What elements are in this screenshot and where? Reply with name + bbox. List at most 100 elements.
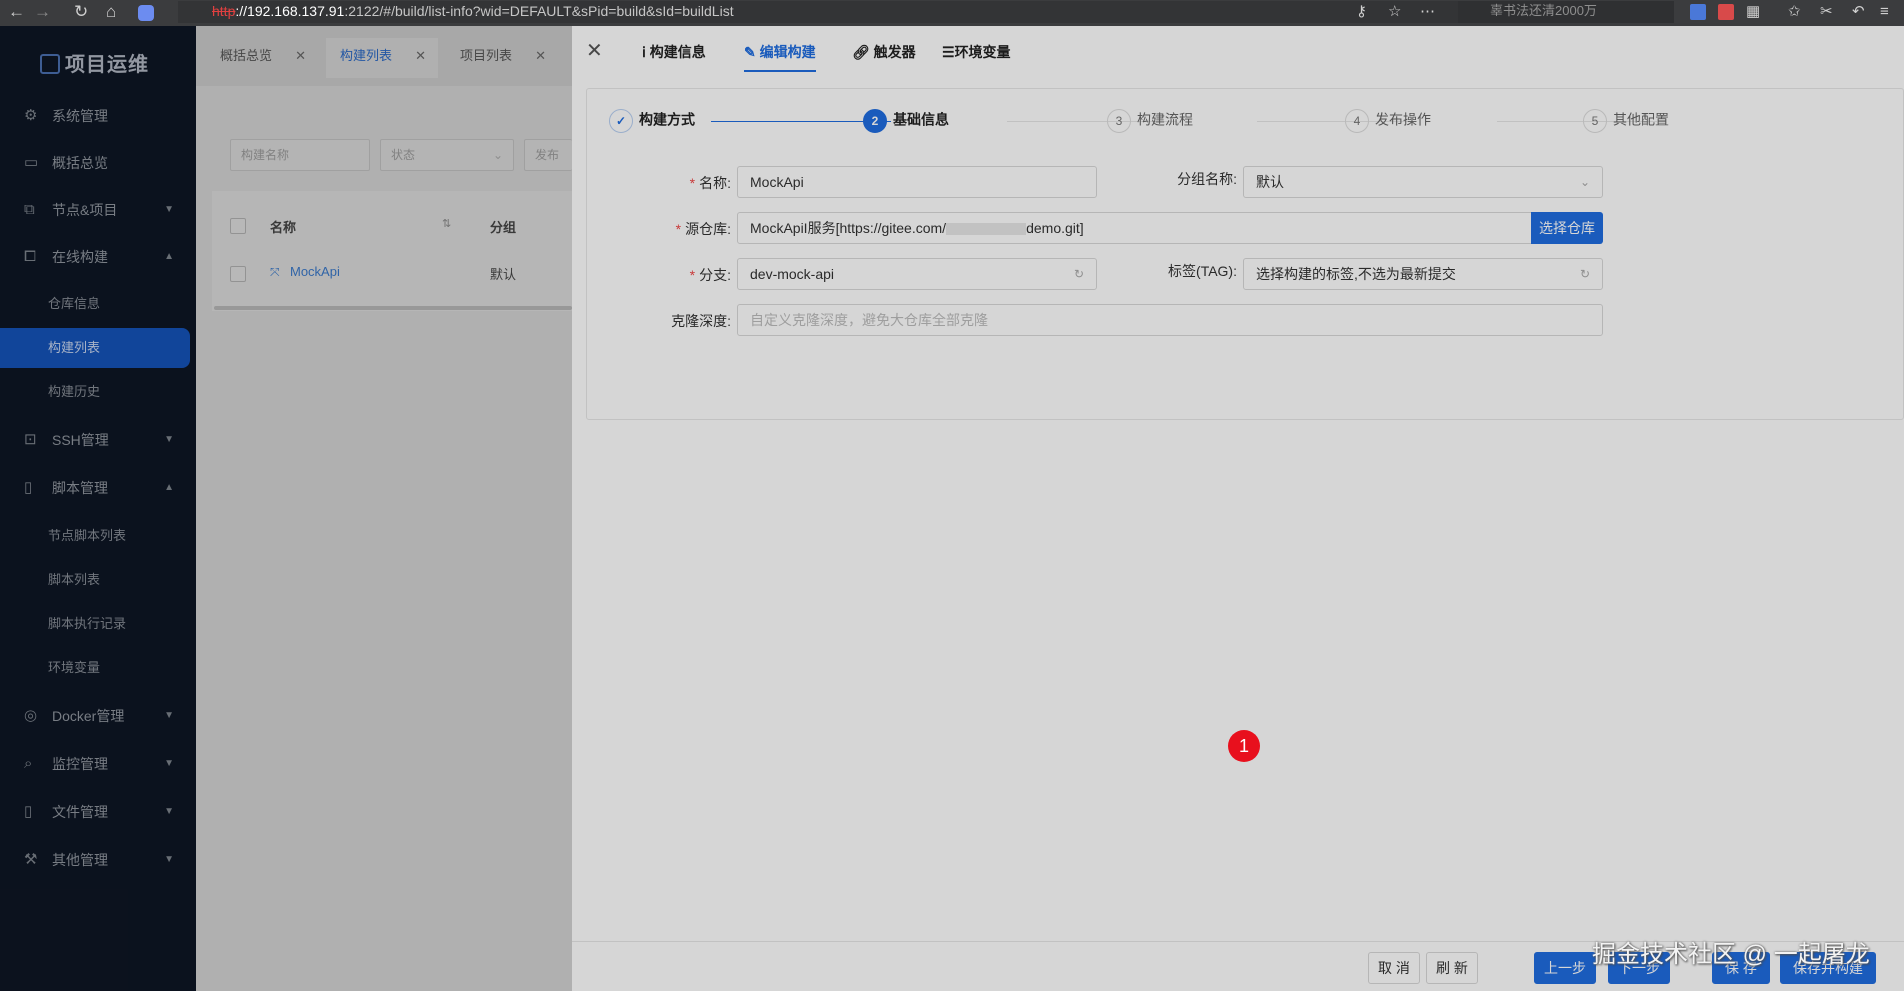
sidebar-subitem-label: 构建列表 [48, 340, 101, 355]
browser-search-input[interactable]: 辜书法还清2000万 [1458, 1, 1674, 23]
sidebar-item-other[interactable]: ⚒ 其他管理 ▼ [0, 840, 196, 880]
menu-icon[interactable]: ≡ [1880, 2, 1889, 22]
tab-build-list[interactable]: 构建列表 ✕ [326, 38, 438, 78]
expand-icon: ⤧ [270, 265, 280, 279]
grid-icon[interactable]: ▦ [1746, 2, 1760, 22]
label-text: 分组名称 [1177, 171, 1234, 187]
annotation-badge: 1 [1228, 730, 1260, 762]
publish-filter[interactable]: 发布 [524, 139, 572, 171]
close-icon[interactable]: ✕ [295, 38, 306, 74]
required-mark: * [675, 221, 682, 237]
sort-icon[interactable]: ⇅ [442, 217, 451, 230]
build-form-card: ✓ 构建方式 2 基础信息 3 构建流程 4 发布操作 5 其他配置 * 名称: MockA… [586, 88, 1904, 420]
gear-icon: ⚙ [24, 107, 38, 124]
sidebar-subitem-repo[interactable]: 仓库信息 [0, 284, 196, 324]
repo-input[interactable]: MockApiI服务[https://gitee.com/demo.git] [737, 212, 1532, 244]
cancel-button[interactable]: 取 消 [1368, 952, 1420, 984]
clone-depth-label: 克隆深度: [671, 313, 731, 329]
tag-select[interactable]: 选择构建的标签,不选为最新提交 ↻ [1243, 258, 1603, 290]
sidebar-item-system[interactable]: ⚙ 系统管理 [0, 96, 196, 136]
refresh-icon[interactable]: ↻ [1580, 259, 1590, 289]
chevron-up-icon: ▲ [164, 251, 174, 262]
home-icon[interactable]: ⌂ [106, 3, 116, 21]
status-filter[interactable]: 状态 ⌄ [380, 139, 514, 171]
step-label: 构建流程 [1137, 111, 1193, 128]
branch-select[interactable]: dev-mock-api ↻ [737, 258, 1097, 290]
close-icon[interactable]: ✕ [535, 38, 546, 74]
sidebar-item-build[interactable]: ⧠ 在线构建 ▲ [0, 237, 196, 277]
chevron-down-icon: ▼ [164, 710, 174, 721]
step-publish[interactable]: 4 发布操作 [1345, 109, 1431, 133]
sidebar-subitem-label: 构建历史 [48, 384, 101, 399]
table-scrollbar[interactable] [214, 306, 572, 310]
sidebar-subitem-env[interactable]: 环境变量 [0, 648, 196, 688]
build-name-filter[interactable]: 构建名称 [230, 139, 370, 171]
sidebar-item-script[interactable]: ▯ 脚本管理 ▲ [0, 468, 196, 508]
sidebar-item-overview[interactable]: ▭ 概括总览 [0, 143, 196, 183]
chevron-down-icon: ▼ [164, 204, 174, 215]
check-icon: ✓ [609, 109, 633, 133]
key-icon[interactable]: ⚷ [1356, 2, 1367, 22]
tab-project-list[interactable]: 项目列表 ✕ [446, 38, 558, 78]
row-checkbox[interactable] [230, 266, 246, 282]
refresh-icon[interactable]: ↻ [1074, 259, 1084, 289]
refresh-button[interactable]: 刷 新 [1426, 952, 1478, 984]
star-icon[interactable]: ☆ [1388, 2, 1401, 22]
chevron-down-icon: ▼ [164, 758, 174, 769]
undo-icon[interactable]: ↶ [1852, 2, 1865, 22]
tool-icon: ⚒ [24, 851, 38, 868]
step-number: 3 [1107, 109, 1131, 133]
tab-trigger[interactable]: 🔗︎ 触发器 [852, 42, 916, 62]
clone-depth-input[interactable]: 自定义克隆深度，避免大仓库全部克隆 [737, 304, 1603, 336]
prev-step-button[interactable]: 上一步 [1534, 952, 1596, 984]
forward-arrow-icon[interactable]: → [34, 3, 51, 21]
step-build-method[interactable]: ✓ 构建方式 [609, 109, 695, 133]
sidebar-subitem-script-log[interactable]: 脚本执行记录 [0, 604, 196, 644]
sidebar-item-label: 文件管理 [52, 804, 108, 820]
sidebar-subitem-build-list[interactable]: 构建列表 [0, 328, 190, 368]
sidebar-item-label: Docker管理 [52, 708, 125, 724]
ai-extension-icon[interactable] [138, 5, 154, 21]
group-select[interactable]: 默认 ⌄ [1243, 166, 1603, 198]
cluster-icon: ⧉ [24, 201, 35, 218]
tab-label: 构建信息 [649, 44, 706, 60]
tools-icon[interactable]: ✂ [1820, 2, 1833, 22]
repo-value-start: MockApiI服务[https://gitee.com/ [750, 220, 947, 236]
sidebar-item-ssh[interactable]: ⊡ SSH管理 ▼ [0, 420, 196, 460]
sidebar-item-nodes[interactable]: ⧉ 节点&项目 ▼ [0, 190, 196, 230]
back-arrow-icon[interactable]: ← [8, 3, 25, 21]
reload-icon[interactable]: ↻ [74, 3, 88, 21]
tab-overview[interactable]: 概括总览 ✕ [206, 38, 318, 78]
address-bar[interactable]: http://192.168.137.91:2122/#/build/list-… [178, 1, 1458, 23]
more-icon[interactable]: ⋯ [1420, 2, 1435, 22]
js-extension-icon[interactable] [1690, 4, 1706, 20]
sidebar-item-label: SSH管理 [52, 432, 109, 448]
sidebar-subitem-node-scripts[interactable]: 节点脚本列表 [0, 516, 196, 556]
extension-icon[interactable] [1718, 4, 1734, 20]
sidebar-item-files[interactable]: ▯ 文件管理 ▼ [0, 792, 196, 832]
select-all-checkbox[interactable] [230, 218, 246, 234]
chevron-down-icon: ⌄ [1579, 175, 1590, 189]
label-text: 名称 [699, 175, 728, 191]
sidebar-item-label: 脚本管理 [52, 480, 108, 496]
name-input[interactable]: MockApi [737, 166, 1097, 198]
close-icon[interactable]: ✕ [586, 38, 603, 63]
tab-env-vars[interactable]: ☰环境变量 [942, 42, 1011, 62]
sidebar-subitem-build-history[interactable]: 构建历史 [0, 372, 196, 412]
close-icon[interactable]: ✕ [415, 38, 426, 74]
step-basic-info[interactable]: 2 基础信息 [863, 109, 949, 133]
tab-build-info[interactable]: ⅰ 构建信息 [642, 42, 706, 62]
sidebar-subitem-script-list[interactable]: 脚本列表 [0, 560, 196, 600]
url-path: :2122/#/build/list-info?wid=DEFAULT&sPid… [344, 3, 734, 19]
sidebar-item-docker[interactable]: ◎ Docker管理 ▼ [0, 696, 196, 736]
select-repo-button[interactable]: 选择仓库 [1531, 212, 1603, 244]
group-select-value: 默认 [1256, 174, 1284, 190]
watermark: 掘金技术社区 @ 一起屠龙 [1592, 941, 1870, 968]
sidebar-item-monitor[interactable]: ⌕ 监控管理 ▼ [0, 744, 196, 784]
tab-edit-build[interactable]: ✎ 编辑构建 [744, 42, 816, 72]
step-other-config[interactable]: 5 其他配置 [1583, 109, 1669, 133]
build-name-link[interactable]: MockApi [290, 264, 340, 279]
sidebar: 项目运维 ⚙ 系统管理 ▭ 概括总览 ⧉ 节点&项目 ▼ ⧠ 在线构建 ▲ 仓库信息 构建列… [0, 26, 196, 991]
favorites-icon[interactable]: ✩ [1788, 2, 1801, 22]
step-build-flow[interactable]: 3 构建流程 [1107, 109, 1193, 133]
